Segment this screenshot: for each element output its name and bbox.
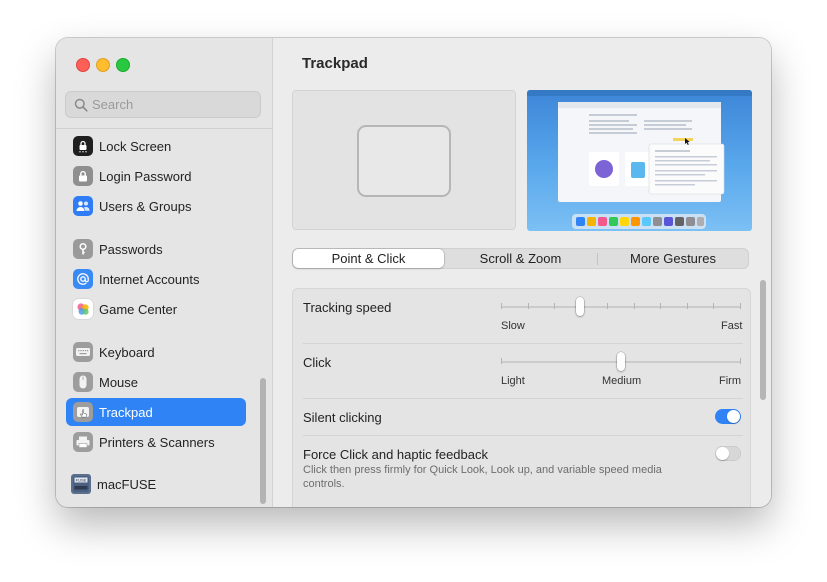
tracking-speed-max-label: Fast — [721, 320, 743, 332]
sidebar-item-macfuse[interactable]: FUSE macFUSE — [64, 470, 244, 498]
tracking-speed-min-label: Slow — [501, 320, 525, 332]
sidebar-item-keyboard[interactable]: Keyboard — [66, 338, 246, 366]
click-tick — [740, 358, 741, 364]
tab-bar: Point & Click Scroll & Zoom More Gesture… — [292, 248, 749, 269]
tracking-speed-tick — [713, 303, 714, 309]
click-label: Click — [303, 355, 332, 370]
tracking-speed-tick — [740, 303, 741, 309]
sidebar-item-login-password[interactable]: Login Password — [66, 162, 246, 190]
sidebar-item-label: Users & Groups — [99, 198, 192, 214]
lock-icon — [73, 166, 93, 186]
click-slider-knob[interactable] — [617, 352, 625, 371]
users-groups-icon — [73, 196, 93, 216]
sidebar-item-mouse[interactable]: Mouse — [66, 368, 246, 396]
silent-clicking-toggle[interactable] — [715, 409, 741, 424]
row-divider — [303, 398, 743, 399]
sidebar-item-internet-accounts[interactable]: Internet Accounts — [66, 265, 246, 293]
search-field[interactable] — [65, 91, 261, 118]
tracking-speed-tick — [687, 303, 688, 309]
sidebar-item-label: Internet Accounts — [99, 271, 200, 287]
sidebar-item-label: Mouse — [99, 374, 139, 390]
minimize-window-button[interactable] — [96, 58, 110, 72]
tab-point-click[interactable]: Point & Click — [293, 249, 444, 268]
sidebar-item-label: macFUSE — [97, 476, 157, 492]
keyboard-icon — [73, 342, 93, 362]
page-title: Trackpad — [302, 55, 368, 72]
click-option-medium: Medium — [602, 375, 642, 387]
tracking-speed-tick — [501, 303, 502, 309]
toggle-knob — [727, 410, 740, 423]
zoom-window-button[interactable] — [116, 58, 130, 72]
lock-screen-icon — [73, 136, 93, 156]
sidebar-item-passwords[interactable]: Passwords — [66, 235, 246, 263]
gesture-preview-video — [527, 90, 752, 231]
close-window-button[interactable] — [76, 58, 90, 72]
row-divider — [303, 343, 743, 344]
tracking-speed-tick — [528, 303, 529, 309]
sidebar-item-label: Printers & Scanners — [99, 434, 215, 450]
tracking-speed-label: Tracking speed — [303, 300, 392, 315]
trackpad-icon — [73, 402, 93, 422]
sidebar-divider — [56, 128, 272, 129]
force-click-label: Force Click and haptic feedback — [303, 447, 488, 462]
sidebar-item-label: Passwords — [99, 241, 163, 257]
row-divider — [303, 435, 743, 436]
force-click-description: Click then press firmly for Quick Look, … — [303, 464, 662, 490]
sidebar-scrollbar[interactable] — [260, 378, 266, 504]
sidebar-item-printers-scanners[interactable]: Printers & Scanners — [66, 428, 246, 456]
mouse-icon — [73, 372, 93, 392]
trackpad-illustration — [292, 90, 516, 230]
click-option-light: Light — [501, 375, 525, 387]
sidebar-item-game-center[interactable]: Game Center — [66, 295, 246, 323]
macfuse-icon: FUSE — [71, 474, 91, 494]
svg-text:FUSE: FUSE — [76, 478, 87, 483]
sidebar: Lock Screen Login Password Users & Group… — [56, 38, 273, 507]
force-click-toggle[interactable] — [715, 446, 741, 461]
desktop-preview-graphic — [527, 90, 752, 229]
sidebar-item-label: Keyboard — [99, 344, 155, 360]
click-tick — [501, 358, 502, 364]
sidebar-item-label: Trackpad — [99, 404, 153, 420]
tab-scroll-zoom[interactable]: Scroll & Zoom — [445, 249, 596, 268]
sidebar-item-label: Lock Screen — [99, 138, 172, 154]
search-input[interactable] — [92, 94, 252, 115]
settings-panel: Tracking speed Slow Fast Click Light Med… — [292, 288, 751, 507]
search-icon — [74, 98, 88, 112]
tracking-speed-tick — [634, 303, 635, 309]
sidebar-item-label: Login Password — [99, 168, 192, 184]
sidebar-list: Lock Screen Login Password Users & Group… — [56, 131, 272, 507]
toggle-knob — [716, 447, 729, 460]
settings-window: Lock Screen Login Password Users & Group… — [56, 38, 771, 507]
content-scrollbar[interactable] — [760, 280, 766, 400]
content-pane: Trackpad Point & Click Scroll & Zoom Mor… — [273, 38, 771, 507]
tracking-speed-tick — [607, 303, 608, 309]
click-option-firm: Firm — [719, 375, 741, 387]
game-center-icon — [73, 299, 93, 319]
silent-clicking-label: Silent clicking — [303, 410, 382, 425]
tracking-speed-slider[interactable] — [501, 306, 741, 308]
sidebar-item-label: Game Center — [99, 301, 178, 317]
tracking-speed-tick — [554, 303, 555, 309]
printer-icon — [73, 432, 93, 452]
key-icon — [73, 239, 93, 259]
at-sign-icon — [73, 269, 93, 289]
trackpad-shape — [357, 125, 451, 197]
tracking-speed-tick — [660, 303, 661, 309]
sidebar-item-users-groups[interactable]: Users & Groups — [66, 192, 246, 220]
tracking-speed-slider-knob[interactable] — [576, 297, 585, 316]
sidebar-item-trackpad[interactable]: Trackpad — [66, 398, 246, 426]
tab-more-gestures[interactable]: More Gestures — [598, 249, 748, 268]
sidebar-item-lock-screen[interactable]: Lock Screen — [66, 132, 246, 160]
